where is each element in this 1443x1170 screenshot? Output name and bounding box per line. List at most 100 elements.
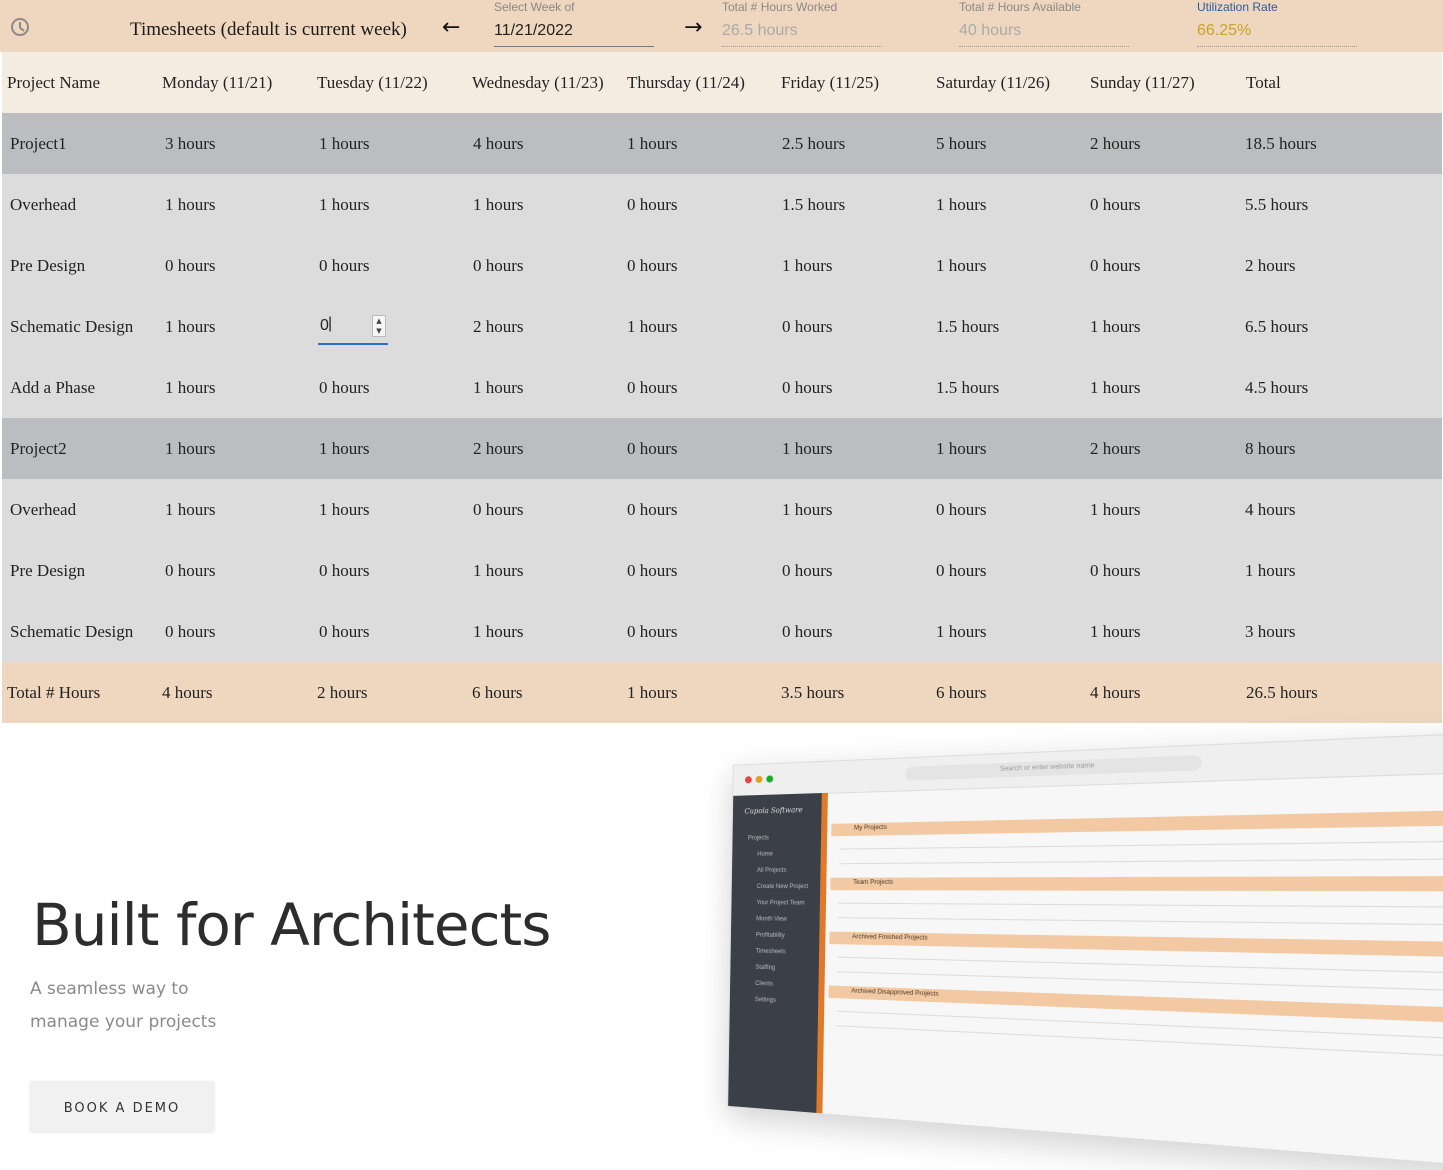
next-week-arrow-icon[interactable]: → <box>684 15 702 40</box>
phase-row: Pre Design 0 hours 0 hours 0 hours 0 hours 1 … <box>2 235 1442 296</box>
mockup-section-bar: Team Projects <box>830 875 1443 892</box>
hours-cell[interactable]: 1 hours <box>936 601 987 662</box>
hours-cell[interactable]: 1 hours <box>165 479 216 540</box>
hours-cell: 6.5 hours <box>1245 317 1309 336</box>
hours-cell[interactable]: 1 hours <box>319 174 370 235</box>
hours-cell[interactable]: 0 hours <box>319 601 370 662</box>
hours-cell[interactable]: 1 hours <box>165 357 216 418</box>
hours-cell[interactable]: 1 hours <box>782 235 833 296</box>
hours-cell[interactable]: 1 hours <box>627 113 678 174</box>
hours-cell[interactable]: 2 hours <box>473 418 524 479</box>
hours-cell[interactable]: 0 hours <box>1090 174 1141 235</box>
hours-cell[interactable]: 1 hours <box>473 357 524 418</box>
mockup-nav-item: Home <box>757 851 773 858</box>
hours-number-input[interactable]: 0 | ▲ ▼ <box>318 310 388 345</box>
hours-cell: 2 hours <box>1245 256 1296 275</box>
hours-cell[interactable]: 1 hours <box>165 418 216 479</box>
hours-cell[interactable]: 0 hours <box>165 540 216 601</box>
hours-cell[interactable]: 3 hours <box>165 113 216 174</box>
column-header: Saturday (11/26) <box>936 73 1051 92</box>
hours-cell[interactable]: 0 hours <box>627 357 678 418</box>
hours-cell[interactable]: 0 hours <box>782 601 833 662</box>
mockup-nav-item: Staffing <box>755 964 776 972</box>
hours-cell[interactable]: 1 hours <box>473 540 524 601</box>
project-name-cell: Project2 <box>10 439 67 458</box>
hours-cell[interactable]: 4 hours <box>473 113 524 174</box>
hours-cell[interactable]: 0 hours <box>627 235 678 296</box>
hours-cell[interactable]: 1 hours <box>473 601 524 662</box>
utilization-rate-underline <box>1197 46 1357 47</box>
hours-cell[interactable]: 5 hours <box>936 113 987 174</box>
minimize-dot-icon <box>755 775 763 784</box>
hours-cell[interactable]: 1 hours <box>1090 601 1141 662</box>
hours-cell[interactable]: 1 hours <box>165 296 216 357</box>
hours-cell[interactable]: 1 hours <box>1090 296 1141 357</box>
hours-cell[interactable]: 0 hours <box>319 235 370 296</box>
hours-cell[interactable]: 0 hours <box>936 479 987 540</box>
hours-cell[interactable]: 1 hours <box>936 418 987 479</box>
hours-cell[interactable]: 1.5 hours <box>782 174 845 235</box>
hours-cell[interactable]: 0 hours <box>319 540 370 601</box>
hours-cell[interactable]: 0 hours <box>627 174 678 235</box>
hours-cell[interactable]: 1 hours <box>473 174 524 235</box>
hours-cell[interactable]: 1 hours <box>936 174 987 235</box>
hours-cell[interactable]: 1 hours <box>319 479 370 540</box>
utilization-rate-label: Utilization Rate <box>1197 0 1278 14</box>
hours-cell[interactable]: 0 hours <box>165 235 216 296</box>
book-demo-button[interactable]: BOOK A DEMO <box>30 1081 214 1131</box>
mockup-section-title: Team Projects <box>853 879 894 887</box>
stepper-buttons[interactable]: ▲ ▼ <box>372 315 386 337</box>
select-week-input[interactable]: 11/21/2022 <box>494 22 573 40</box>
hours-cell[interactable]: 2 hours <box>1090 113 1141 174</box>
hours-cell[interactable]: 2 hours <box>1090 418 1141 479</box>
mockup-table-line <box>839 840 1443 850</box>
hours-cell[interactable]: 0 hours <box>782 296 833 357</box>
mockup-nav-item: Projects <box>747 835 769 842</box>
hours-cell[interactable]: 1 hours <box>319 113 370 174</box>
hours-cell[interactable]: 0 hours <box>165 601 216 662</box>
hours-cell[interactable]: 0 hours <box>782 357 833 418</box>
stepper-down-icon[interactable]: ▼ <box>373 326 385 336</box>
hours-cell[interactable]: 0 hours <box>627 418 678 479</box>
hours-cell[interactable]: 1 hours <box>1090 479 1141 540</box>
hours-cell[interactable]: 0 hours <box>1090 540 1141 601</box>
hours-cell[interactable]: 1 hours <box>627 296 678 357</box>
hours-cell[interactable]: 0 hours <box>936 540 987 601</box>
hours-cell[interactable]: 1 hours <box>319 418 370 479</box>
hours-cell[interactable]: 2.5 hours <box>782 113 845 174</box>
hours-cell[interactable]: 0 hours <box>782 540 833 601</box>
stepper-up-icon[interactable]: ▲ <box>373 316 385 326</box>
mockup-table-line <box>838 902 1443 908</box>
hours-cell[interactable]: 0 hours <box>473 479 524 540</box>
project-row: Project2 1 hours 1 hours 2 hours 0 hours 1 ho… <box>2 418 1442 479</box>
column-header: Project Name <box>7 73 100 92</box>
close-dot-icon <box>744 776 752 784</box>
hours-cell[interactable]: 0 hours <box>473 235 524 296</box>
hours-cell: 4 hours <box>1245 500 1296 519</box>
promo-subline-2: manage your projects <box>30 1012 217 1032</box>
hours-cell[interactable]: 1.5 hours <box>936 357 999 418</box>
previous-week-arrow-icon[interactable]: ← <box>442 15 460 40</box>
hours-cell[interactable]: 0 hours <box>627 601 678 662</box>
column-header: Thursday (11/24) <box>627 73 745 92</box>
hours-cell[interactable]: 1.5 hours <box>936 296 999 357</box>
hours-cell[interactable]: 1 hours <box>165 174 216 235</box>
mockup-nav-item: Profitability <box>755 932 785 940</box>
select-week-underline <box>494 46 654 47</box>
mockup-sidebar: Cupola Software Projects Home All Projects… <box>728 792 828 1114</box>
mockup-nav-item: Timesheets <box>755 948 786 956</box>
column-header: Tuesday (11/22) <box>317 73 428 92</box>
table-header-row: Project Name Monday (11/21) Tuesday (11/22… <box>2 52 1442 113</box>
hours-cell[interactable]: 0 hours <box>627 479 678 540</box>
hours-cell[interactable]: 2 hours <box>473 296 524 357</box>
hours-cell[interactable]: 1 hours <box>1090 357 1141 418</box>
hours-cell[interactable]: 1 hours <box>936 235 987 296</box>
phase-name-cell: Pre Design <box>10 256 86 275</box>
mockup-nav-item: Create New Project <box>756 883 809 891</box>
mockup-section-title: Archived Disapproved Projects <box>851 988 939 998</box>
hours-cell[interactable]: 1 hours <box>782 479 833 540</box>
hours-cell[interactable]: 1 hours <box>782 418 833 479</box>
hours-cell[interactable]: 0 hours <box>319 357 370 418</box>
hours-cell[interactable]: 0 hours <box>627 540 678 601</box>
hours-cell[interactable]: 0 hours <box>1090 235 1141 296</box>
